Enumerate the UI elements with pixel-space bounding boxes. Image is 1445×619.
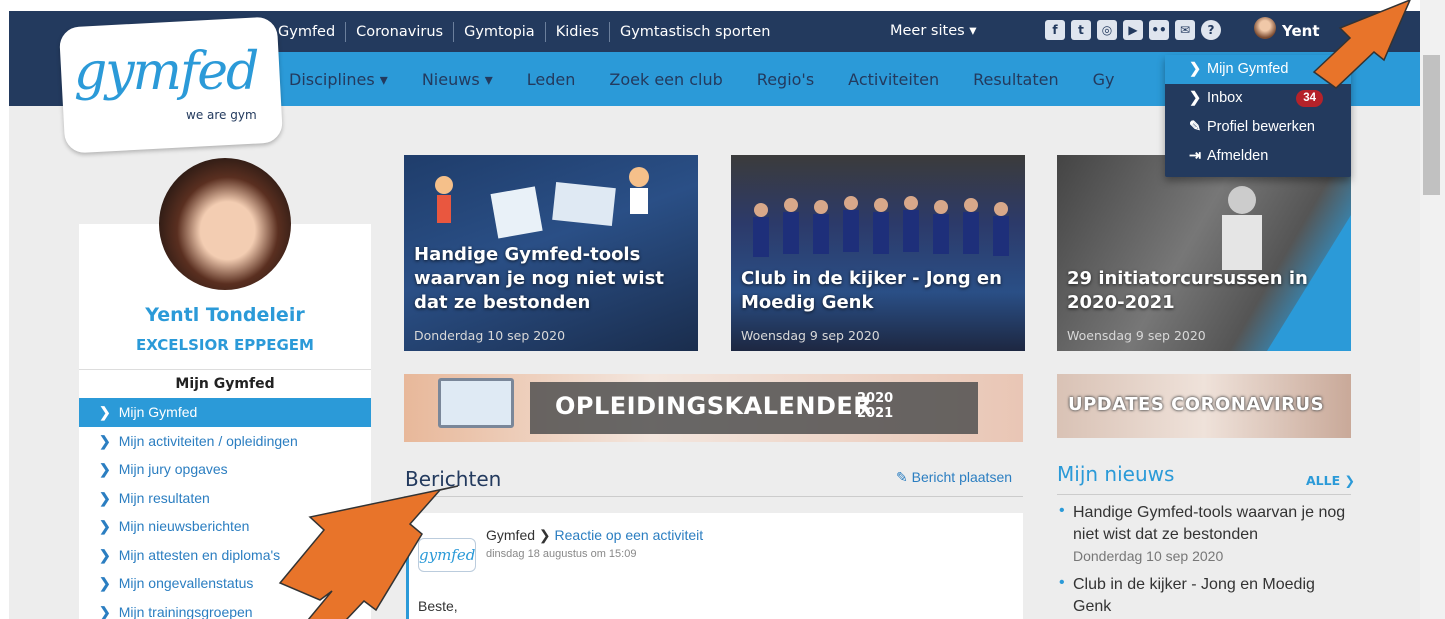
banner-text: OPLEIDINGSKALENDER: [555, 392, 873, 420]
bullet-icon: •: [1059, 574, 1065, 591]
logo-wordmark[interactable]: gymfed: [74, 42, 259, 102]
chevron-right-icon: ❯: [99, 489, 111, 506]
user-avatar[interactable]: [1254, 17, 1276, 39]
site-link-kidies[interactable]: Kidies: [544, 21, 609, 42]
help-icon[interactable]: ?: [1201, 20, 1221, 40]
mijn-nieuws-list: • Handige Gymfed-tools waarvan je nog ni…: [1057, 502, 1351, 619]
mail-icon[interactable]: ✉: [1175, 20, 1195, 40]
tile-date: Woensdag 9 sep 2020: [1067, 328, 1206, 343]
nav-regios[interactable]: Regio's: [740, 70, 831, 89]
chevron-right-icon: ❯: [1189, 90, 1202, 106]
list-item[interactable]: • Handige Gymfed-tools waarvan je nog ni…: [1057, 502, 1351, 564]
site-link-gymfed[interactable]: Gymfed: [268, 22, 345, 42]
side-menu-title: Mijn Gymfed: [79, 369, 371, 398]
laptop-image: [438, 378, 514, 428]
side-item-mijn-gymfed[interactable]: ❯ Mijn Gymfed: [79, 398, 371, 427]
facebook-icon[interactable]: f: [1045, 20, 1065, 40]
chevron-right-icon: ❯: [99, 404, 111, 420]
nav-nieuws[interactable]: Nieuws ▾: [405, 70, 510, 89]
side-item-activiteiten[interactable]: ❯ Mijn activiteiten / opleidingen: [79, 427, 371, 456]
profile-club: EXCELSIOR EPPEGEM: [136, 336, 314, 354]
logo-tagline: we are gym: [186, 108, 257, 122]
dropdown-item-afmelden[interactable]: ⇥ Afmelden: [1165, 142, 1351, 171]
banner-year: 2020 2021: [857, 391, 894, 421]
instagram-icon[interactable]: ◎: [1097, 20, 1117, 40]
divider: [1057, 494, 1351, 495]
news-tile-1[interactable]: Handige Gymfed-tools waarvan je nog niet…: [404, 155, 698, 351]
alle-link[interactable]: ALLE ❯: [1306, 473, 1355, 488]
tile-date: Woensdag 9 sep 2020: [741, 328, 880, 343]
more-sites-dropdown[interactable]: Meer sites ▾: [890, 11, 977, 52]
post-sender[interactable]: Gymfed: [486, 527, 535, 543]
bullet-icon: •: [1059, 502, 1065, 519]
dropdown-item-profiel[interactable]: ✎ Profiel bewerken: [1165, 113, 1351, 142]
banner-corona-text: UPDATES CORONAVIRUS: [1068, 394, 1325, 415]
tile-date: Donderdag 10 sep 2020: [414, 328, 566, 343]
chevron-right-icon: ❯: [99, 461, 111, 477]
scrollbar-thumb[interactable]: [1423, 55, 1440, 195]
youtube-icon[interactable]: ▶: [1123, 20, 1143, 40]
tile-title: Club in de kijker - Jong en Moedig Genk: [741, 268, 1002, 313]
jumping-kid-photo: [1222, 186, 1351, 351]
annotation-arrow-bottom-left: [278, 485, 459, 619]
social-icons: f t ◎ ▶ •• ✉ ?: [1045, 20, 1221, 40]
chevron-right-icon: ❯: [99, 546, 111, 563]
chevron-right-icon: ❯: [99, 575, 111, 591]
mijn-nieuws-title: Mijn nieuws: [1057, 462, 1175, 486]
news-tile-2[interactable]: Club in de kijker - Jong en Moedig Genk …: [731, 155, 1025, 351]
annotation-arrow-top-right: [1312, 0, 1411, 89]
chevron-right-icon: ❯: [99, 603, 111, 619]
post-subject-link[interactable]: Reactie op een activiteit: [555, 527, 704, 543]
chevron-right-icon: ❯: [99, 432, 111, 449]
site-link-gymtopia[interactable]: Gymtopia: [453, 21, 545, 42]
nav-activiteiten[interactable]: Activiteiten: [831, 70, 956, 89]
site-links: Gymfed Coronavirus Gymtopia Kidies Gymta…: [268, 11, 780, 52]
divider: [404, 496, 1023, 497]
profile-name: Yentl Tondeleir: [145, 304, 305, 326]
nav-leden[interactable]: Leden: [510, 70, 593, 89]
tile-title: Handige Gymfed-tools waarvan je nog niet…: [414, 244, 664, 313]
flickr-icon[interactable]: ••: [1149, 20, 1169, 40]
chevron-right-icon: ❯: [1189, 61, 1202, 77]
post-date: dinsdag 18 augustus om 15:09: [486, 548, 637, 560]
pencil-icon: ✎: [1189, 119, 1202, 135]
pencil-icon: ✎: [896, 469, 912, 485]
news-tile-3[interactable]: 29 initiatorcursussen in 2020-2021 Woens…: [1057, 155, 1351, 351]
site-link-coronavirus[interactable]: Coronavirus: [345, 21, 453, 42]
twitter-icon[interactable]: t: [1071, 20, 1091, 40]
nav-gymtopia[interactable]: Gy: [1076, 70, 1132, 89]
list-item[interactable]: • Club in de kijker - Jong en Moedig Gen…: [1057, 574, 1351, 618]
nav-resultaten[interactable]: Resultaten: [956, 70, 1076, 89]
profile-photo: [159, 158, 291, 290]
nav-zoek-club[interactable]: Zoek een club: [592, 70, 739, 89]
nav-disciplines[interactable]: Disciplines ▾: [272, 70, 405, 89]
tile-title: 29 initiatorcursussen in 2020-2021: [1067, 268, 1308, 313]
site-link-gymtastisch[interactable]: Gymtastisch sporten: [608, 21, 781, 42]
post-header: Gymfed ❯ Reactie op een activiteit: [486, 527, 703, 544]
chevron-right-icon: ❯: [1344, 473, 1355, 488]
bericht-plaatsen-link[interactable]: ✎ Bericht plaatsen: [896, 469, 1012, 486]
chevron-right-icon: ❯: [99, 518, 111, 534]
team-photo: [753, 196, 1009, 257]
chevron-right-icon: ❯: [538, 527, 555, 543]
inbox-count-badge: 34: [1296, 90, 1323, 107]
sign-out-icon: ⇥: [1189, 148, 1202, 164]
